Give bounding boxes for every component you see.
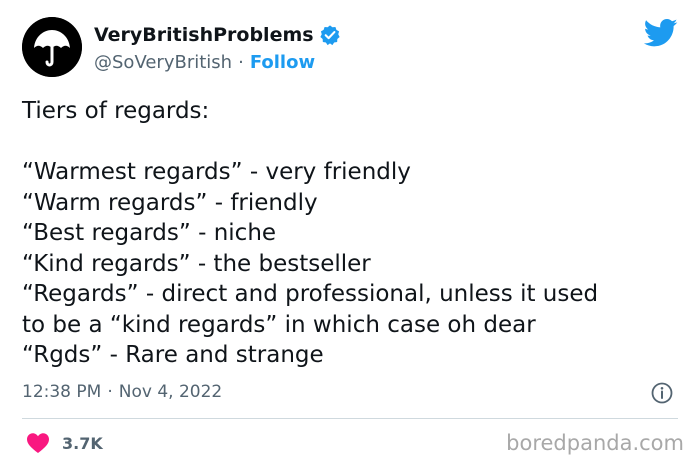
tweet-card: VeryBritishProblems @SoVeryBritish · Fol… xyxy=(0,0,700,471)
tweet-date: Nov 4, 2022 xyxy=(118,382,223,402)
info-icon[interactable] xyxy=(650,381,674,405)
author-display-name[interactable]: VeryBritishProblems xyxy=(94,24,314,46)
avatar[interactable] xyxy=(22,17,82,77)
author-name-row: VeryBritishProblems xyxy=(94,22,341,48)
tweet-line: “Warm regards” - friendly xyxy=(22,189,318,216)
watermark: boredpanda.com xyxy=(506,431,684,455)
handle-separator: · xyxy=(238,51,244,73)
tweet-line: “Warmest regards” - very friendly xyxy=(22,159,411,185)
follow-button[interactable]: Follow xyxy=(250,52,315,73)
timestamp-separator: · xyxy=(107,382,113,402)
tweet-line: “Regards” - direct and professional, unl… xyxy=(22,281,599,307)
tweet-time: 12:38 PM xyxy=(22,382,102,402)
tweet-text: Tiers of regards: “Warmest regards” - ve… xyxy=(22,96,682,371)
heart-icon xyxy=(27,433,49,453)
tweet-line: “Best regards” - niche xyxy=(22,220,277,246)
tweet-timestamp[interactable]: 12:38 PM · Nov 4, 2022 xyxy=(22,380,222,404)
author-handle-row: @SoVeryBritish · Follow xyxy=(94,50,315,74)
tweet-line: “Kind regards” - the bestseller xyxy=(22,250,371,277)
tweet-line: “Rgds” - Rare and strange xyxy=(22,342,324,368)
tweet-line: to be a “kind regards” in which case oh … xyxy=(22,311,536,338)
like-button[interactable]: 3.7K xyxy=(26,431,103,455)
author-handle[interactable]: @SoVeryBritish xyxy=(94,52,232,73)
twitter-bird-icon[interactable] xyxy=(644,18,678,48)
tweet-title-line: Tiers of regards: xyxy=(22,98,210,124)
like-count: 3.7K xyxy=(62,433,103,453)
umbrella-icon xyxy=(22,17,82,77)
verified-badge-icon xyxy=(319,25,340,46)
divider xyxy=(22,418,678,419)
